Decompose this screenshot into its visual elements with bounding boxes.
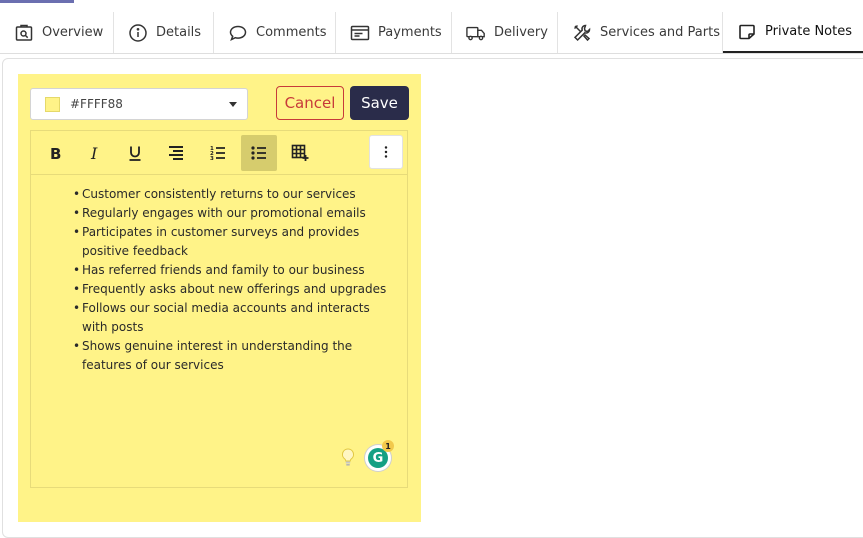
svg-text:I: I xyxy=(90,144,98,162)
truck-icon xyxy=(466,26,485,40)
svg-text:3: 3 xyxy=(210,156,214,162)
table-add-icon xyxy=(291,144,309,161)
grammarly-button[interactable]: G 1 xyxy=(365,440,394,471)
more-vertical-icon xyxy=(384,146,388,158)
grammarly-alert-count: 1 xyxy=(382,440,394,452)
editor-content-area[interactable]: Customer consistently returns to our ser… xyxy=(31,175,407,487)
ordered-list-icon: 123 xyxy=(210,146,225,162)
tab-details[interactable]: Details xyxy=(114,12,214,53)
color-value: #FFFF88 xyxy=(70,97,123,111)
lightbulb-icon[interactable] xyxy=(340,447,356,469)
list-item: Shows genuine interest in understanding … xyxy=(73,337,397,375)
invoice-icon xyxy=(350,25,370,40)
notes-bullet-list: Customer consistently returns to our ser… xyxy=(73,185,397,375)
tab-comments[interactable]: Comments xyxy=(214,12,336,53)
insert-table-button[interactable] xyxy=(282,135,318,171)
tab-payments[interactable]: Payments xyxy=(336,12,452,53)
note-color-select[interactable]: #FFFF88 xyxy=(30,88,248,120)
tab-label: Details xyxy=(156,25,202,40)
list-item: Follows our social media accounts and in… xyxy=(73,299,397,337)
tab-private-notes[interactable]: Private Notes xyxy=(723,12,863,53)
tab-label: Comments xyxy=(256,25,327,40)
ordered-list-button[interactable]: 123 xyxy=(200,135,236,171)
align-right-icon xyxy=(169,146,183,160)
bold-button[interactable]: B xyxy=(37,135,73,171)
tab-delivery[interactable]: Delivery xyxy=(452,12,558,53)
list-item: Regularly engages with our promotional e… xyxy=(73,204,397,223)
top-accent-bar xyxy=(0,0,74,3)
editor-toolbar: B I 123 xyxy=(31,131,407,175)
tab-label: Private Notes xyxy=(765,24,853,39)
list-item: Customer consistently returns to our ser… xyxy=(73,185,397,204)
search-document-icon xyxy=(15,24,33,41)
bold-icon: B xyxy=(50,145,61,162)
tab-services-and-parts[interactable]: Services and Parts xyxy=(558,12,723,53)
tab-bar: Overview Details Comments Payments Deliv… xyxy=(0,12,863,54)
tools-icon xyxy=(573,24,591,41)
cancel-button[interactable]: Cancel xyxy=(276,86,344,120)
italic-icon: I xyxy=(90,144,98,162)
tab-label: Payments xyxy=(378,25,442,40)
bullet-list-button[interactable] xyxy=(241,135,277,171)
align-right-button[interactable] xyxy=(158,135,194,171)
save-button[interactable]: Save xyxy=(350,86,409,120)
list-item: Participates in customer surveys and pro… xyxy=(73,223,397,261)
list-item: Frequently asks about new offerings and … xyxy=(73,280,397,299)
color-swatch xyxy=(45,96,60,112)
tab-label: Overview xyxy=(42,25,104,40)
underline-button[interactable] xyxy=(117,135,153,171)
tab-label: Services and Parts xyxy=(600,25,720,40)
private-note-card: #FFFF88 Cancel Save B I 123 • Customer c… xyxy=(18,74,421,522)
tab-overview[interactable]: Overview xyxy=(0,12,114,53)
comment-icon xyxy=(229,25,247,41)
svg-text:B: B xyxy=(50,145,61,162)
more-options-button[interactable] xyxy=(369,135,403,169)
list-item: Has referred friends and family to our b… xyxy=(73,261,397,280)
bullet-list-icon xyxy=(251,146,266,160)
italic-button[interactable]: I xyxy=(77,135,113,171)
chevron-down-icon xyxy=(229,101,237,107)
tab-label: Delivery xyxy=(494,25,548,40)
sticky-note-icon xyxy=(739,24,755,39)
rich-text-editor: B I 123 • Customer consistently returns … xyxy=(30,130,408,488)
underline-icon xyxy=(129,146,141,161)
info-icon xyxy=(129,23,147,42)
